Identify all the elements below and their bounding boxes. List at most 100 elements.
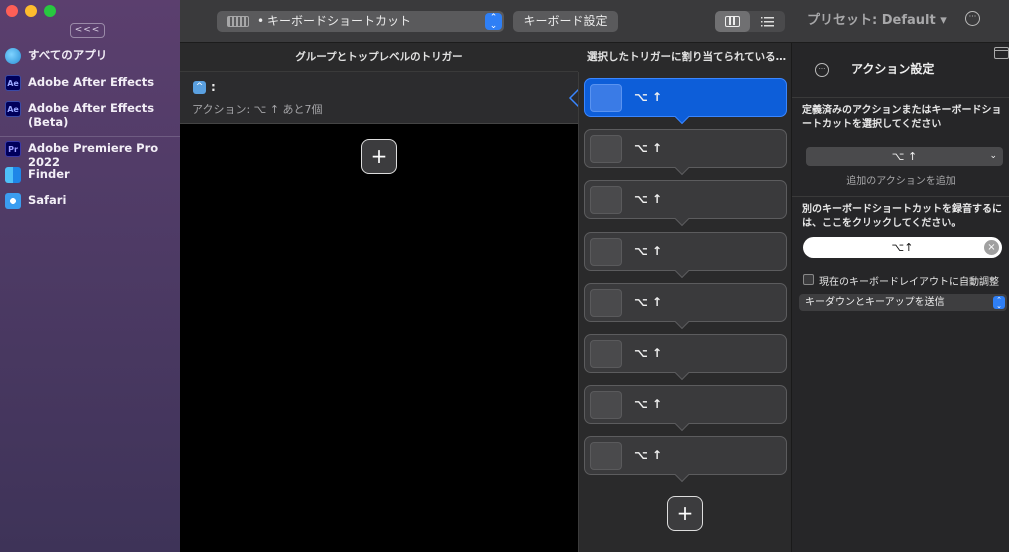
after-effects-icon: Ae <box>5 75 21 91</box>
action-thumbnail <box>590 340 622 368</box>
record-shortcut-label: 別のキーボードショートカットを録音するには、ここをクリックしてください。 <box>802 204 1002 229</box>
choose-action-label: 定義済みのアクションまたはキーボードショートカットを選択してください <box>802 105 1002 130</box>
actions-list: ⌥ ↑ ⌥ ↑ ⌥ ↑ ⌥ ↑ ⌥ ↑ ⌥ ↑ ⌥ ↑ ⌥ ↑ + <box>578 72 791 552</box>
action-item-label: ⌥ ↑ <box>634 243 663 258</box>
action-item[interactable]: ⌥ ↑ <box>584 282 787 329</box>
action-thumbnail <box>590 84 622 112</box>
list-icon <box>761 16 774 27</box>
action-select-value: ⌥ ↑ <box>891 150 918 163</box>
action-item-label: ⌥ ↑ <box>634 90 663 104</box>
chevron-down-icon: ⌄ <box>989 151 997 161</box>
group-action-summary: アクション: ⌥ ↑ あと7個 <box>192 103 323 116</box>
action-select[interactable]: ⌥ ↑ ⌄ <box>806 147 1003 166</box>
sidebar-app-label: Adobe After Effects (Beta) <box>28 101 155 129</box>
auto-adjust-checkbox[interactable] <box>803 274 814 285</box>
action-connector-notch <box>674 417 690 432</box>
action-item-label: ⌥ ↑ <box>634 397 663 412</box>
action-item-label: ⌥ ↑ <box>634 192 663 207</box>
settings-divider <box>792 196 1009 197</box>
action-thumbnail <box>590 186 622 215</box>
columns-icon <box>725 16 740 27</box>
sidebar-app-label: すべてのアプリ <box>28 48 108 62</box>
add-group-button[interactable]: + <box>361 139 397 174</box>
sidebar-app-label: Adobe Premiere Pro 2022 <box>28 141 159 169</box>
action-item[interactable]: ⌥ ↑ <box>584 129 787 176</box>
action-item[interactable]: ⌥ ↑ <box>584 436 787 483</box>
action-item-label: ⌥ ↑ <box>634 448 663 463</box>
settings-header: ··· アクション設定 <box>792 43 1009 98</box>
group-title: : <box>211 80 216 94</box>
sidebar-app-item[interactable]: Finder <box>0 166 180 184</box>
sidebar-app-item[interactable]: Safari <box>0 192 180 210</box>
action-item-label: ⌥ ↑ <box>634 294 663 309</box>
action-connector-notch <box>674 468 690 483</box>
action-thumbnail <box>590 237 622 266</box>
action-connector-notch <box>674 109 690 125</box>
send-key-mode-value: キーダウンとキーアップを送信 <box>805 297 945 308</box>
view-mode-segmented-control <box>715 11 785 32</box>
action-item[interactable]: ⌥ ↑ <box>584 180 787 227</box>
record-shortcut-field[interactable]: ⌥↑ × <box>803 237 1002 258</box>
collapse-sidebar-button[interactable]: <<< <box>70 23 105 38</box>
select-stepper-icon: ⌃ ⌄ <box>485 13 502 31</box>
sidebar-divider <box>0 136 180 137</box>
action-item[interactable]: ⌥ ↑ <box>584 231 787 278</box>
finder-icon <box>5 167 21 183</box>
send-key-mode-select[interactable]: キーダウンとキーアップを送信 ⌃ ⌄ <box>799 294 1007 311</box>
close-window-button[interactable] <box>6 5 18 17</box>
auto-adjust-label: 現在のキーボードレイアウトに自動調整 <box>819 277 999 288</box>
sidebar-app-item[interactable]: Ae Adobe After Effects <box>0 74 180 92</box>
sidebar-app-item[interactable]: Pr Adobe Premiere Pro 2022 <box>0 140 180 169</box>
action-connector-notch <box>674 161 690 176</box>
recorded-shortcut-value: ⌥↑ <box>891 241 914 254</box>
action-item-label: ⌥ ↑ <box>634 141 663 156</box>
after-effects-beta-icon: Ae <box>5 101 21 117</box>
list-view-button[interactable] <box>750 11 785 32</box>
action-connector-notch <box>674 263 690 278</box>
trigger-type-label: キーボードショートカット <box>267 14 412 28</box>
sidebar: <<< すべてのアプリ Ae Adobe After Effects Ae Adobe … <box>0 0 180 552</box>
add-additional-action-link[interactable]: 追加のアクションを追加 <box>792 172 1009 187</box>
keyboard-settings-button[interactable]: キーボード設定 <box>513 11 618 32</box>
column-view-button[interactable] <box>715 11 750 32</box>
minimize-window-button[interactable] <box>25 5 37 17</box>
settings-more-icon[interactable]: ··· <box>815 63 829 77</box>
action-connector-notch <box>674 212 690 227</box>
action-thumbnail <box>590 391 622 420</box>
control-key-icon: ^ <box>193 81 206 94</box>
action-item[interactable]: ⌥ ↑ <box>584 334 787 381</box>
settings-title: アクション設定 <box>851 62 935 76</box>
preset-selector[interactable]: プリセット: Default ▾ <box>807 12 947 29</box>
keyboard-icon <box>227 16 249 27</box>
add-action-button[interactable]: + <box>667 496 703 531</box>
action-thumbnail <box>590 288 622 317</box>
clear-icon[interactable]: × <box>984 240 999 255</box>
app-window: <<< すべてのアプリ Ae Adobe After Effects Ae Adobe … <box>0 0 1009 552</box>
premiere-pro-icon: Pr <box>5 141 21 157</box>
separator-dot: • <box>257 14 265 28</box>
more-options-button[interactable]: ··· <box>965 11 980 26</box>
sidebar-app-item[interactable]: すべてのアプリ <box>0 47 180 65</box>
sidebar-app-label: Safari <box>28 193 67 207</box>
trigger-type-select[interactable]: • キーボードショートカット ⌃ ⌄ <box>217 11 504 32</box>
panel-toggle-icon[interactable] <box>994 47 1009 59</box>
globe-icon <box>5 48 21 64</box>
zoom-window-button[interactable] <box>44 5 56 17</box>
toolbar: • キーボードショートカット ⌃ ⌄ キーボード設定 プリセット: Default… <box>180 0 1009 43</box>
action-connector-notch <box>674 365 690 381</box>
action-item-label: ⌥ ↑ <box>634 346 663 360</box>
action-thumbnail <box>590 135 622 164</box>
select-stepper-icon: ⌃ ⌄ <box>993 296 1005 310</box>
safari-icon <box>5 193 21 209</box>
groups-column-header: グループとトップレベルのトリガー <box>180 43 578 72</box>
sidebar-app-item[interactable]: Ae Adobe After Effects (Beta) <box>0 100 180 130</box>
actions-column-header: 選択したトリガーに割り当てられている… <box>578 43 791 72</box>
action-settings-panel: ··· アクション設定 定義済みのアクションまたはキーボードショートカットを選択… <box>791 43 1009 552</box>
action-thumbnail <box>590 442 622 471</box>
action-item[interactable]: ⌥ ↑ <box>584 78 787 125</box>
group-row[interactable]: ^ : アクション: ⌥ ↑ あと7個 <box>180 72 578 124</box>
action-item[interactable]: ⌥ ↑ <box>584 385 787 432</box>
sidebar-app-label: Adobe After Effects <box>28 75 155 89</box>
action-connector-notch <box>674 314 690 329</box>
sidebar-app-label: Finder <box>28 167 70 181</box>
